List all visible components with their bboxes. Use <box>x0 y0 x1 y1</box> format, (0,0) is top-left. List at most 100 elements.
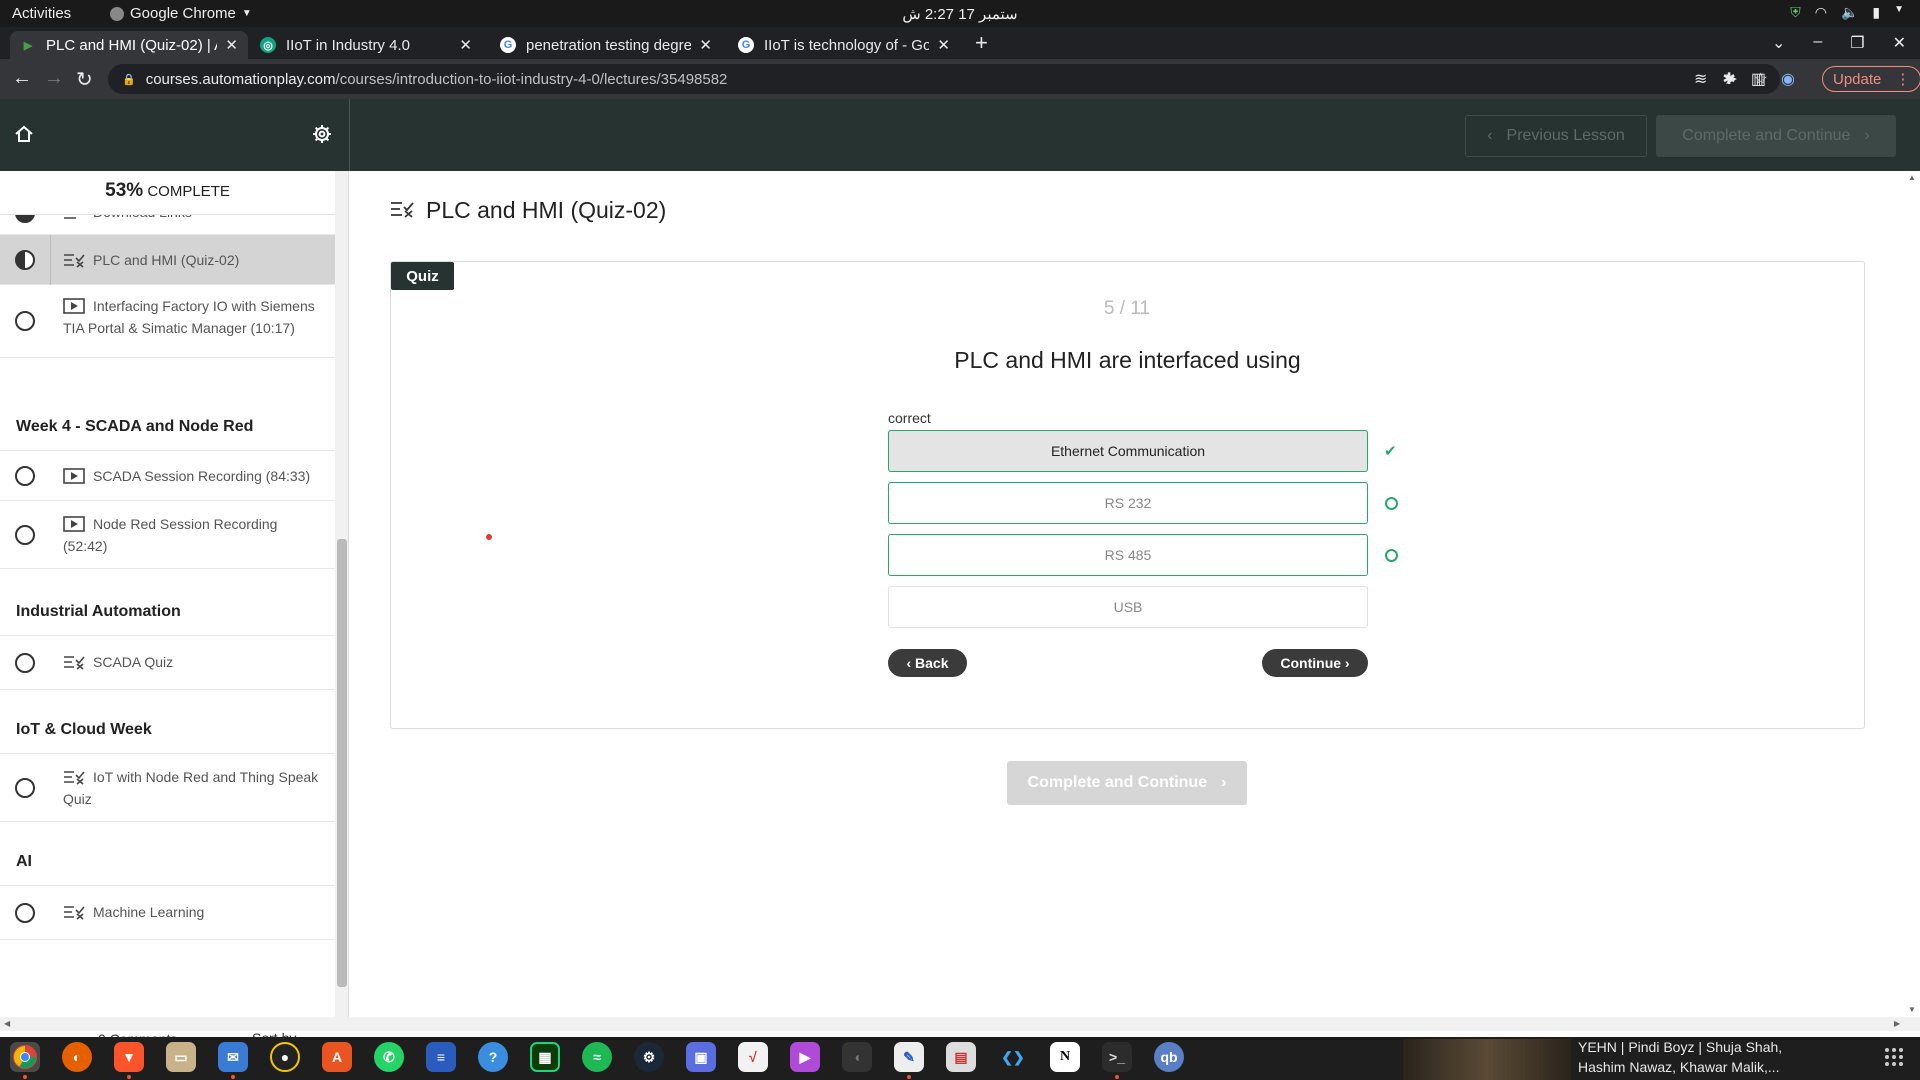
question-counter: 5 / 11 <box>1103 298 1151 319</box>
lesson-title: Interfacing Factory IO with Siemens TIA … <box>63 298 315 336</box>
scroll-left-arrow-icon[interactable]: ◀ <box>4 1019 10 1028</box>
terminal-icon[interactable]: >_ <box>1102 1042 1132 1072</box>
answer-option[interactable]: USB <box>888 586 1368 628</box>
lesson-item[interactable]: Node Red Session Recording (52:42) <box>0 501 335 569</box>
sidepanel-icon[interactable]: ▥ <box>1751 69 1766 89</box>
video-play-icon <box>63 516 85 532</box>
close-tab-icon[interactable]: ✕ <box>937 36 950 54</box>
lesson-item[interactable]: IoT with Node Red and Thing Speak Quiz <box>0 754 335 822</box>
extension-stack-icon[interactable]: ≋ <box>1694 69 1707 89</box>
horizontal-scrollbar[interactable]: ◀ ▶ <box>0 1017 1920 1031</box>
back-arrow-icon[interactable]: ← <box>12 67 32 90</box>
answer-option[interactable]: RS 232 <box>888 482 1368 524</box>
system-top-bar: Activities Google Chrome ▼ ستمبر 17 2:27… <box>0 0 1920 27</box>
extensions-area: ≋ ✱ ▥ ◉ <box>1694 69 1795 89</box>
incomplete-circle-icon <box>15 903 35 923</box>
page-scrollbar[interactable]: ▲ ▼ <box>1905 171 1920 1017</box>
quiz-list-icon <box>63 654 85 670</box>
lock-icon: 🔒 <box>122 73 136 86</box>
steam-icon[interactable]: ⚙ <box>634 1042 664 1072</box>
complete-continue-top-button[interactable]: Complete and Continue › <box>1656 115 1896 157</box>
show-apps-icon[interactable] <box>1884 1047 1904 1067</box>
media-thumbnail[interactable] <box>1403 1039 1571 1080</box>
tab-4[interactable]: G IIoT is technology of - Goo ✕ <box>728 31 960 59</box>
math-editor-icon[interactable]: √ <box>738 1042 768 1072</box>
activities-button[interactable]: Activities <box>12 5 71 22</box>
media-info[interactable]: YEHN | Pindi Boyz | Shuja Shah, Hashim N… <box>1578 1037 1808 1077</box>
close-tab-icon[interactable]: ✕ <box>225 36 238 54</box>
lesson-title: SCADA Session Recording (84:33) <box>93 468 311 484</box>
back-button[interactable]: ‹ Back <box>888 649 967 677</box>
previous-lesson-button[interactable]: ‹ Previous Lesson <box>1465 115 1647 157</box>
scroll-up-arrow-icon[interactable]: ▲ <box>1908 173 1916 182</box>
continue-button[interactable]: Continue › <box>1262 649 1368 677</box>
taskbar: ◐ ▼ ▭ ✉ ● A ✆ ≡ ? ▦ ≈ ⚙ ▣ √ ▶ ◖ ✎ ▤ ❮❯ N… <box>0 1037 1920 1080</box>
openai-favicon-icon: ◎ <box>260 37 276 53</box>
scroll-right-arrow-icon[interactable]: ▶ <box>1894 1019 1900 1028</box>
rhythmbox-icon[interactable]: ● <box>270 1042 300 1072</box>
profile-avatar-icon[interactable]: ◉ <box>1781 69 1795 89</box>
scroll-down-arrow-icon[interactable]: ▼ <box>1908 1005 1916 1014</box>
qbittorrent-icon[interactable]: qb <box>1154 1042 1184 1072</box>
software-center-icon[interactable]: A <box>322 1042 352 1072</box>
help-icon[interactable]: ? <box>478 1042 508 1072</box>
close-window-icon[interactable]: ✕ <box>1893 33 1906 53</box>
video-player-icon[interactable]: ▶ <box>790 1042 820 1072</box>
tab-3[interactable]: G penetration testing degre ✕ <box>490 31 722 59</box>
screenshot-icon[interactable]: ▣ <box>686 1042 716 1072</box>
tab-1[interactable]: ▶ PLC and HMI (Quiz-02) | A ✕ <box>10 31 248 59</box>
brave-icon[interactable]: ▼ <box>114 1042 144 1072</box>
tab-2[interactable]: ◎ IIoT in Industry 4.0 ✕ <box>250 31 482 59</box>
firefox-icon[interactable]: ◐ <box>62 1042 92 1072</box>
media-title-line1: YEHN | Pindi Boyz | Shuja Shah, <box>1578 1039 1783 1055</box>
system-tray[interactable]: ⛨ ◠ 🔈 ▮ ▼ <box>1790 4 1904 21</box>
lesson-item[interactable]: Interfacing Factory IO with Siemens TIA … <box>0 285 335 358</box>
clock[interactable]: ستمبر 17 2:27 ش <box>900 5 1020 23</box>
document-viewer-icon[interactable]: ▤ <box>946 1042 976 1072</box>
app-ghost-icon[interactable]: ◖ <box>842 1042 872 1072</box>
files-icon[interactable]: ▭ <box>166 1042 196 1072</box>
lesson-title: PLC and HMI (Quiz-02) <box>93 252 240 268</box>
wifi-icon: ◠ <box>1814 4 1827 20</box>
update-button[interactable]: Update ⋮ <box>1822 66 1920 92</box>
section-title: Industrial Automation <box>16 603 181 620</box>
spotify-icon[interactable]: ≈ <box>582 1042 612 1072</box>
lesson-item-current[interactable]: PLC and HMI (Quiz-02) <box>0 235 335 285</box>
lesson-item[interactable]: Machine Learning <box>0 886 335 940</box>
app-menu[interactable]: Google Chrome ▼ <box>110 5 252 22</box>
sidebar-scrollbar-thumb[interactable] <box>337 539 347 987</box>
terminal-app-icon[interactable]: ▦ <box>530 1042 560 1072</box>
lesson-item[interactable]: SCADA Quiz <box>0 636 335 690</box>
lesson-title: Machine Learning <box>93 904 205 920</box>
text-editor-icon[interactable]: ✎ <box>894 1042 924 1072</box>
puzzle-icon[interactable]: ✱ <box>1722 69 1735 89</box>
quiz-list-icon <box>63 252 85 268</box>
vscode-icon[interactable]: ❮❯ <box>998 1042 1028 1072</box>
progress-percent: 53% <box>105 180 144 201</box>
tab-title: PLC and HMI (Quiz-02) | A <box>46 36 218 54</box>
thunderbird-icon[interactable]: ✉ <box>218 1042 248 1072</box>
answer-option[interactable]: Ethernet Communication <box>888 430 1368 472</box>
complete-continue-button[interactable]: Complete and Continue › <box>1007 761 1247 805</box>
notion-icon[interactable]: N <box>1050 1042 1080 1072</box>
writer-icon[interactable]: ≡ <box>426 1042 456 1072</box>
url-host: courses.automationplay.com <box>145 70 336 88</box>
minimize-icon[interactable]: – <box>1813 33 1822 53</box>
address-bar[interactable]: 🔒 courses.automationplay.com /courses/in… <box>108 64 1780 94</box>
home-icon[interactable] <box>14 124 34 149</box>
volume-icon: 🔈 <box>1840 4 1859 20</box>
forward-arrow-icon[interactable]: → <box>44 67 64 90</box>
whatsapp-icon[interactable]: ✆ <box>374 1042 404 1072</box>
running-indicator <box>127 1075 131 1079</box>
close-tab-icon[interactable]: ✕ <box>459 36 472 54</box>
answer-option[interactable]: RS 485 <box>888 534 1368 576</box>
url-path: /courses/introduction-to-iiot-industry-4… <box>335 70 728 88</box>
close-tab-icon[interactable]: ✕ <box>699 36 712 54</box>
tab-search-icon[interactable]: ⌄ <box>1772 33 1785 53</box>
chrome-icon[interactable] <box>10 1042 40 1072</box>
reload-icon[interactable]: ↻ <box>76 67 93 92</box>
lesson-item[interactable]: SCADA Session Recording (84:33) <box>0 451 335 501</box>
new-tab-button[interactable]: + <box>975 30 988 56</box>
maximize-icon[interactable]: ❐ <box>1850 33 1864 53</box>
gear-icon[interactable] <box>312 124 332 149</box>
